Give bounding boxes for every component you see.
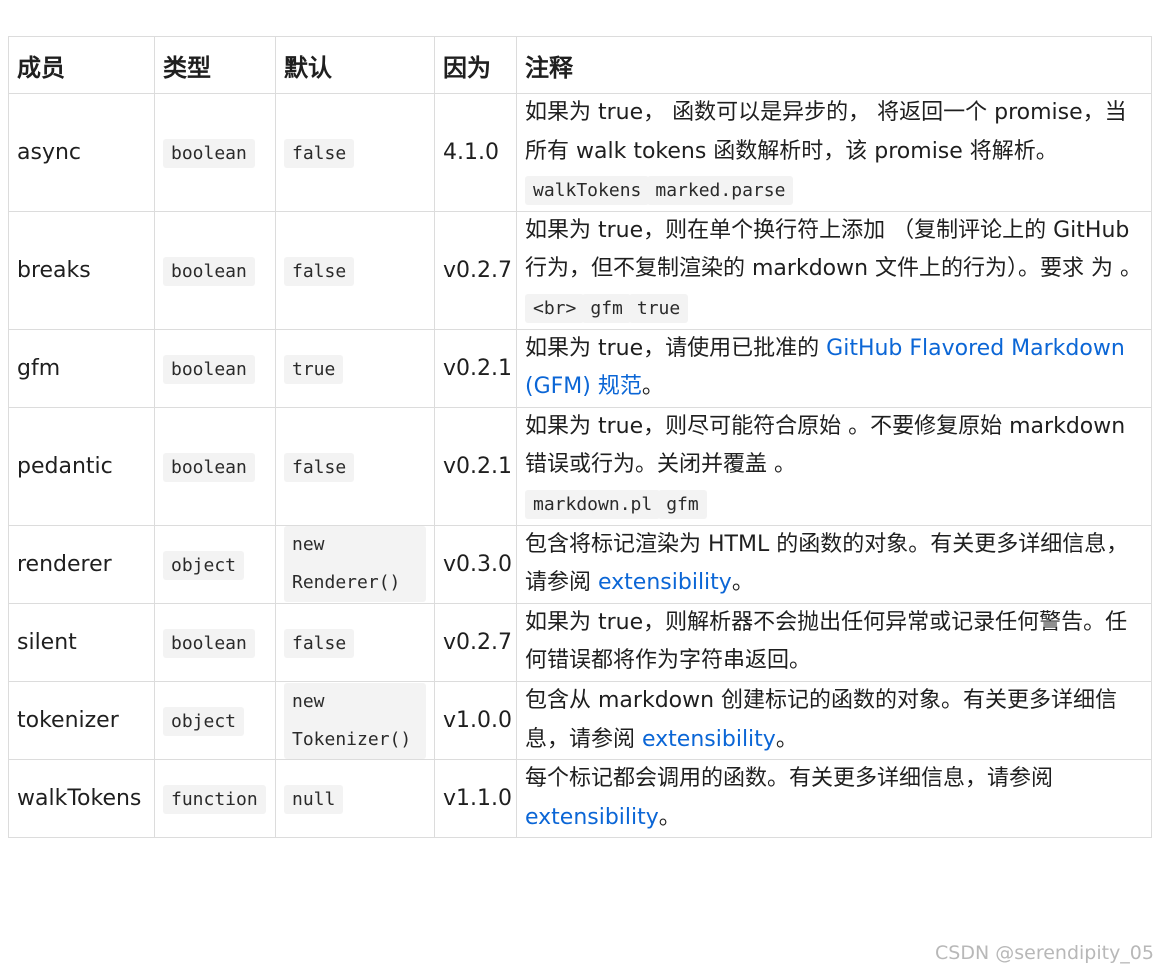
- type-code: boolean: [163, 628, 255, 658]
- note-code: <br>: [525, 293, 585, 323]
- note-cell: 如果为 true，则解析器不会抛出任何异常或记录任何警告。任何错误都将作为字符串…: [516, 602, 1152, 682]
- member-cell: breaks: [8, 210, 155, 330]
- table-row: breaks boolean false v0.2.7 如果为 true，则在单…: [8, 210, 1152, 330]
- note-code: true: [628, 293, 689, 323]
- default-code: new Renderer(): [284, 526, 426, 603]
- note-cell: 如果为 true，则在单个换行符上添加 （复制评论上的 GitHub 行为，但不…: [516, 210, 1152, 330]
- default-code: false: [284, 256, 355, 286]
- member-cell: pedantic: [8, 406, 155, 526]
- table-row: walkTokens function null v1.1.0 每个标记都会调用…: [8, 759, 1152, 839]
- note-tail: 。: [775, 726, 798, 752]
- type-cell: boolean: [154, 210, 276, 330]
- default-code: false: [284, 452, 355, 482]
- header-default: 默认: [275, 36, 435, 94]
- table-row: async boolean false 4.1.0 如果为 true， 函数可以…: [8, 93, 1152, 212]
- note-text: 每个标记都会调用的函数。有关更多详细信息，请参阅: [525, 766, 1054, 792]
- default-code: null: [284, 785, 344, 815]
- member-cell: renderer: [8, 524, 155, 604]
- note-code: markdown.pl: [525, 489, 661, 519]
- note-text: 如果为 true，则解析器不会抛出任何异常或记录任何警告。任何错误都将作为字符串…: [525, 609, 1128, 674]
- note-tail: 。: [641, 374, 664, 400]
- since-cell: v0.2.1: [434, 328, 517, 408]
- type-code: function: [163, 785, 266, 815]
- member-cell: async: [8, 93, 155, 212]
- note-tail: 。: [658, 804, 681, 830]
- default-code: false: [284, 628, 355, 658]
- type-code: object: [163, 707, 245, 736]
- note-text: 如果为 true， 函数可以是异步的， 将返回一个 promise，当所有 wa…: [525, 100, 1127, 164]
- note-text: 如果为 true，请使用已批准的: [525, 335, 820, 361]
- note-tail: 。: [731, 570, 754, 596]
- type-cell: function: [154, 759, 276, 839]
- extensibility-link[interactable]: extensibility: [642, 727, 776, 752]
- extensibility-link[interactable]: extensibility: [525, 805, 659, 830]
- type-code: boolean: [163, 354, 255, 384]
- note-code: marked.parse: [647, 176, 794, 206]
- since-cell: 4.1.0: [434, 93, 517, 212]
- since-cell: v0.2.7: [434, 602, 517, 682]
- note-cell: 如果为 true， 函数可以是异步的， 将返回一个 promise，当所有 wa…: [516, 93, 1152, 212]
- table-row: tokenizer object new Tokenizer() v1.0.0 …: [8, 680, 1152, 761]
- header-member: 成员: [8, 36, 155, 94]
- member-cell: gfm: [8, 328, 155, 408]
- table-row: silent boolean false v0.2.7 如果为 true，则解析…: [8, 602, 1152, 682]
- default-cell: new Tokenizer(): [275, 680, 435, 761]
- note-cell: 每个标记都会调用的函数。有关更多详细信息，请参阅 extensibility。: [516, 759, 1152, 839]
- default-code: new Tokenizer(): [284, 682, 426, 759]
- default-cell: false: [275, 602, 435, 682]
- type-cell: boolean: [154, 93, 276, 212]
- default-cell: false: [275, 93, 435, 212]
- type-code: boolean: [163, 138, 255, 168]
- header-notes: 注释: [516, 36, 1152, 94]
- options-table: 成员 类型 默认 因为 注释 async boolean false 4.1.0…: [8, 36, 1152, 839]
- type-code: boolean: [163, 452, 255, 482]
- default-cell: false: [275, 406, 435, 526]
- header-since: 因为: [434, 36, 517, 94]
- type-cell: object: [154, 524, 276, 604]
- default-code: true: [284, 354, 344, 384]
- type-code: boolean: [163, 256, 255, 286]
- extensibility-link[interactable]: extensibility: [598, 570, 732, 595]
- member-cell: walkTokens: [8, 759, 155, 839]
- type-cell: boolean: [154, 406, 276, 526]
- note-text: 包含从 markdown 创建标记的函数的对象。有关更多详细信息，请参阅: [525, 687, 1118, 752]
- since-cell: v0.3.0: [434, 524, 517, 604]
- note-text: 如果为 true，则尽可能符合原始 。不要修复原始 markdown 错误或行为…: [525, 413, 1126, 478]
- type-cell: boolean: [154, 602, 276, 682]
- since-cell: v1.1.0: [434, 759, 517, 839]
- since-cell: v1.0.0: [434, 680, 517, 761]
- table-row: gfm boolean true v0.2.1 如果为 true，请使用已批准的…: [8, 328, 1152, 408]
- default-cell: new Renderer(): [275, 524, 435, 604]
- table-row: renderer object new Renderer() v0.3.0 包含…: [8, 524, 1152, 604]
- header-type: 类型: [154, 36, 276, 94]
- note-code: gfm: [658, 489, 707, 519]
- since-cell: v0.2.7: [434, 210, 517, 330]
- note-cell: 如果为 true，则尽可能符合原始 。不要修复原始 markdown 错误或行为…: [516, 406, 1152, 526]
- type-cell: object: [154, 680, 276, 761]
- default-cell: false: [275, 210, 435, 330]
- default-cell: true: [275, 328, 435, 408]
- since-cell: v0.2.1: [434, 406, 517, 526]
- default-cell: null: [275, 759, 435, 839]
- member-cell: tokenizer: [8, 680, 155, 761]
- note-text: 如果为 true，则在单个换行符上添加 （复制评论上的 GitHub 行为，但不…: [525, 217, 1143, 282]
- default-code: false: [284, 138, 355, 168]
- note-code: walkTokens: [525, 176, 650, 206]
- note-code: gfm: [582, 293, 631, 323]
- note-cell: 包含将标记渲染为 HTML 的函数的对象。有关更多详细信息，请参阅 extens…: [516, 524, 1152, 604]
- header-row: 成员 类型 默认 因为 注释: [8, 36, 1152, 94]
- note-cell: 如果为 true，请使用已批准的 GitHub Flavored Markdow…: [516, 328, 1152, 408]
- type-cell: boolean: [154, 328, 276, 408]
- watermark: CSDN @serendipity_05: [935, 942, 1154, 964]
- type-code: object: [163, 550, 245, 580]
- member-cell: silent: [8, 602, 155, 682]
- note-cell: 包含从 markdown 创建标记的函数的对象。有关更多详细信息，请参阅 ext…: [516, 680, 1152, 761]
- table-row: pedantic boolean false v0.2.1 如果为 true，则…: [8, 406, 1152, 526]
